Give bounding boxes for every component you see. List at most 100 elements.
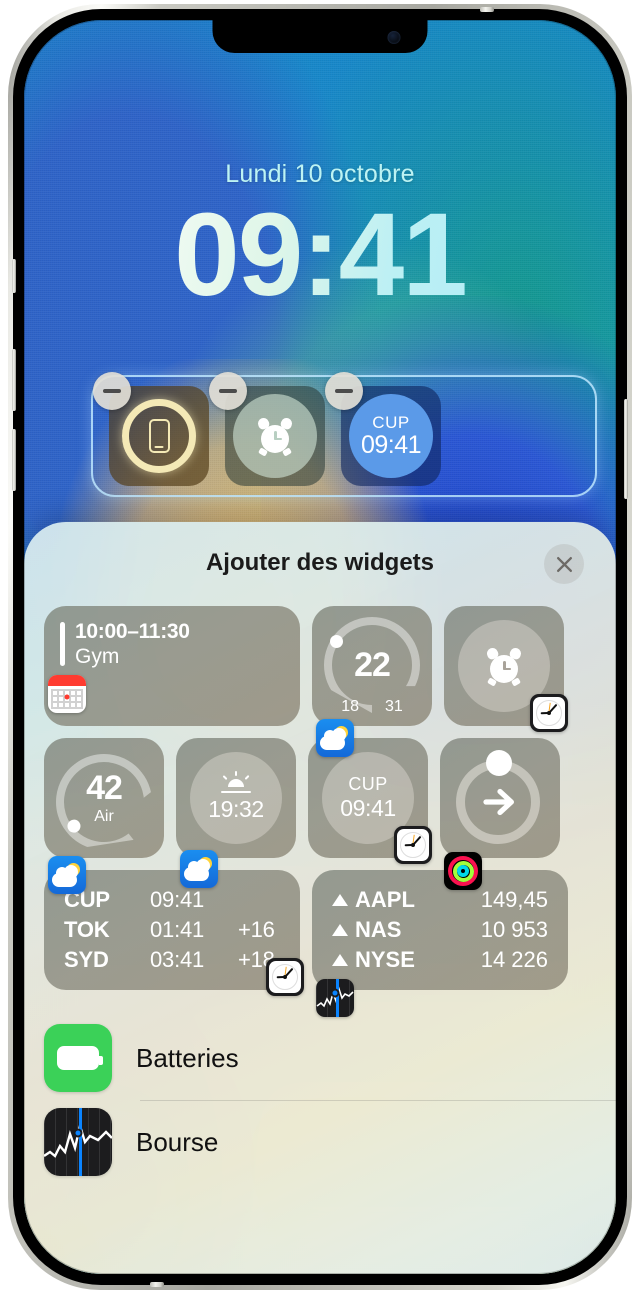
calendar-event-title: Gym [75,645,120,668]
app-name: Bourse [136,1126,219,1157]
clock-app-icon [530,694,568,732]
sunset-icon [219,771,253,795]
temperature-low: 18 [341,698,359,715]
mute-switch-button[interactable] [12,259,16,293]
remove-widget-badge-find-my[interactable] [93,372,131,410]
calendar-event-bar [60,622,65,666]
widget-card-weather-temperature[interactable]: 22 18 31 [312,606,432,757]
world-clock-time: 01:41 [150,917,205,942]
top-antenna-band [480,7,494,12]
temperature-low-high: 18 31 [312,698,432,716]
world-clock-row: SYD 03:41 +18 [64,947,300,973]
air-quality-value: 42 [86,768,123,807]
calendar-event-time: 10:00–11:30 [75,620,190,643]
widget-app-list: Batteries Bourse [24,1016,616,1184]
list-item[interactable]: Bourse [44,1100,616,1184]
activity-progress-dot [486,750,512,776]
sheet-header: Ajouter des widgets [24,522,616,604]
lock-widget-find-my-iphone[interactable] [93,372,209,486]
widget-card-sunset[interactable]: 19:32 [176,738,296,888]
app-name: Batteries [136,1042,239,1073]
front-camera-icon [387,31,401,44]
arrow-right-icon [483,788,514,816]
phone-frame: Lundi 10 octobre 09:41 CUP 09:41 Ajouter… [8,4,632,1290]
widget-card-stocks[interactable]: AAPL 149,45 NAS 10 953 NYSE 14 226 [312,870,568,1017]
stocks-icon [44,1108,112,1176]
stock-row: NYSE 14 226 [332,947,548,973]
lock-screen-widget-row[interactable]: CUP 09:41 [91,372,597,497]
alarm-clock-icon [256,416,294,457]
alarm-circle [233,394,317,478]
bottom-antenna-band [150,1282,164,1287]
stock-value: 10 953 [480,917,548,942]
lock-screen-time: 09:41 [24,195,616,316]
lock-screen-header: Lundi 10 octobre 09:41 [24,20,616,315]
suggested-widgets-grid: 10:00–11:30 Gym 22 18 31 42 Air 19:32 CU… [24,604,616,1017]
trend-up-icon [332,924,348,936]
stocks-rows: AAPL 149,45 NAS 10 953 NYSE 14 226 [312,870,568,973]
world-clock-city: SYD [64,947,109,972]
battery-icon [44,1024,112,1092]
world-clock-time: 09:41 [340,795,396,821]
air-quality-label: Air [94,807,114,825]
lock-widget-alarm[interactable] [209,372,325,486]
stock-symbol: NAS [355,917,402,942]
stock-value: 14 226 [480,947,548,972]
clock-app-icon [394,826,432,864]
world-clock-offset: +16 [238,917,275,942]
widget-card-calendar[interactable]: 10:00–11:30 Gym [44,606,300,726]
phone-screen: Lundi 10 octobre 09:41 CUP 09:41 Ajouter… [24,20,616,1274]
widget-card-fitness-activity[interactable] [440,738,560,890]
world-clock-time: 03:41 [150,947,205,972]
sunset-widget-circle: 19:32 [190,752,282,844]
temperature-value: 22 [354,646,391,684]
stocks-app-icon [316,979,354,1017]
world-clock-city: CUP [372,412,410,432]
lock-widget-world-clock[interactable]: CUP 09:41 [325,372,441,486]
world-clock-offset [238,887,296,913]
world-clock-row: TOK 01:41 +16 [64,917,300,943]
add-widgets-sheet: Ajouter des widgets 10:00–11:30 Gym 22 1… [24,522,616,1274]
temperature-high: 31 [385,698,403,715]
weather-app-icon [48,856,86,894]
iphone-glyph-icon [148,419,170,453]
widget-grid-row: 10:00–11:30 Gym 22 18 31 [44,606,596,757]
widget-grid-row: CUP 09:41 TOK 01:41 +16 SYD 03:41 +18 AA… [44,870,596,1017]
trend-up-icon [332,894,348,906]
world-clock-circle: CUP 09:41 [349,394,433,478]
clock-app-icon [266,958,304,996]
world-clock-city: TOK [64,917,110,942]
calendar-app-icon [48,675,86,713]
list-item[interactable]: Batteries [44,1016,616,1100]
volume-up-button[interactable] [12,349,16,411]
widget-card-alarm[interactable] [444,606,568,732]
alarm-clock-icon [485,646,523,687]
world-clock-city: CUP [348,774,388,794]
remove-widget-badge-world-clock[interactable] [325,372,363,410]
trend-up-icon [332,954,348,966]
activity-ring-graphic [452,750,548,846]
stock-value: 149,45 [480,887,548,912]
close-button[interactable] [544,544,584,584]
power-button[interactable] [624,399,628,499]
fitness-app-icon [444,852,482,890]
volume-down-button[interactable] [12,429,16,491]
stock-row: AAPL 149,45 [332,887,548,913]
lock-screen-date: Lundi 10 octobre [225,160,415,188]
close-icon [556,556,572,572]
world-clock-row: CUP 09:41 [64,887,300,913]
find-my-ring-icon [122,399,196,473]
remove-widget-badge-alarm[interactable] [209,372,247,410]
sheet-title: Ajouter des widgets [205,549,435,576]
world-clock-time: 09:41 [360,430,422,459]
stock-row: NAS 10 953 [332,917,548,943]
sunset-time: 19:32 [208,796,264,822]
stock-symbol: NYSE [355,947,415,972]
weather-app-icon [316,719,354,757]
weather-app-icon [180,850,218,888]
phone-bezel: Lundi 10 octobre 09:41 CUP 09:41 Ajouter… [12,7,628,1287]
widget-card-air-quality[interactable]: 42 Air [44,738,164,894]
notch [212,20,428,53]
stock-symbol: AAPL [355,887,415,912]
world-clock-time: 09:41 [150,887,205,912]
